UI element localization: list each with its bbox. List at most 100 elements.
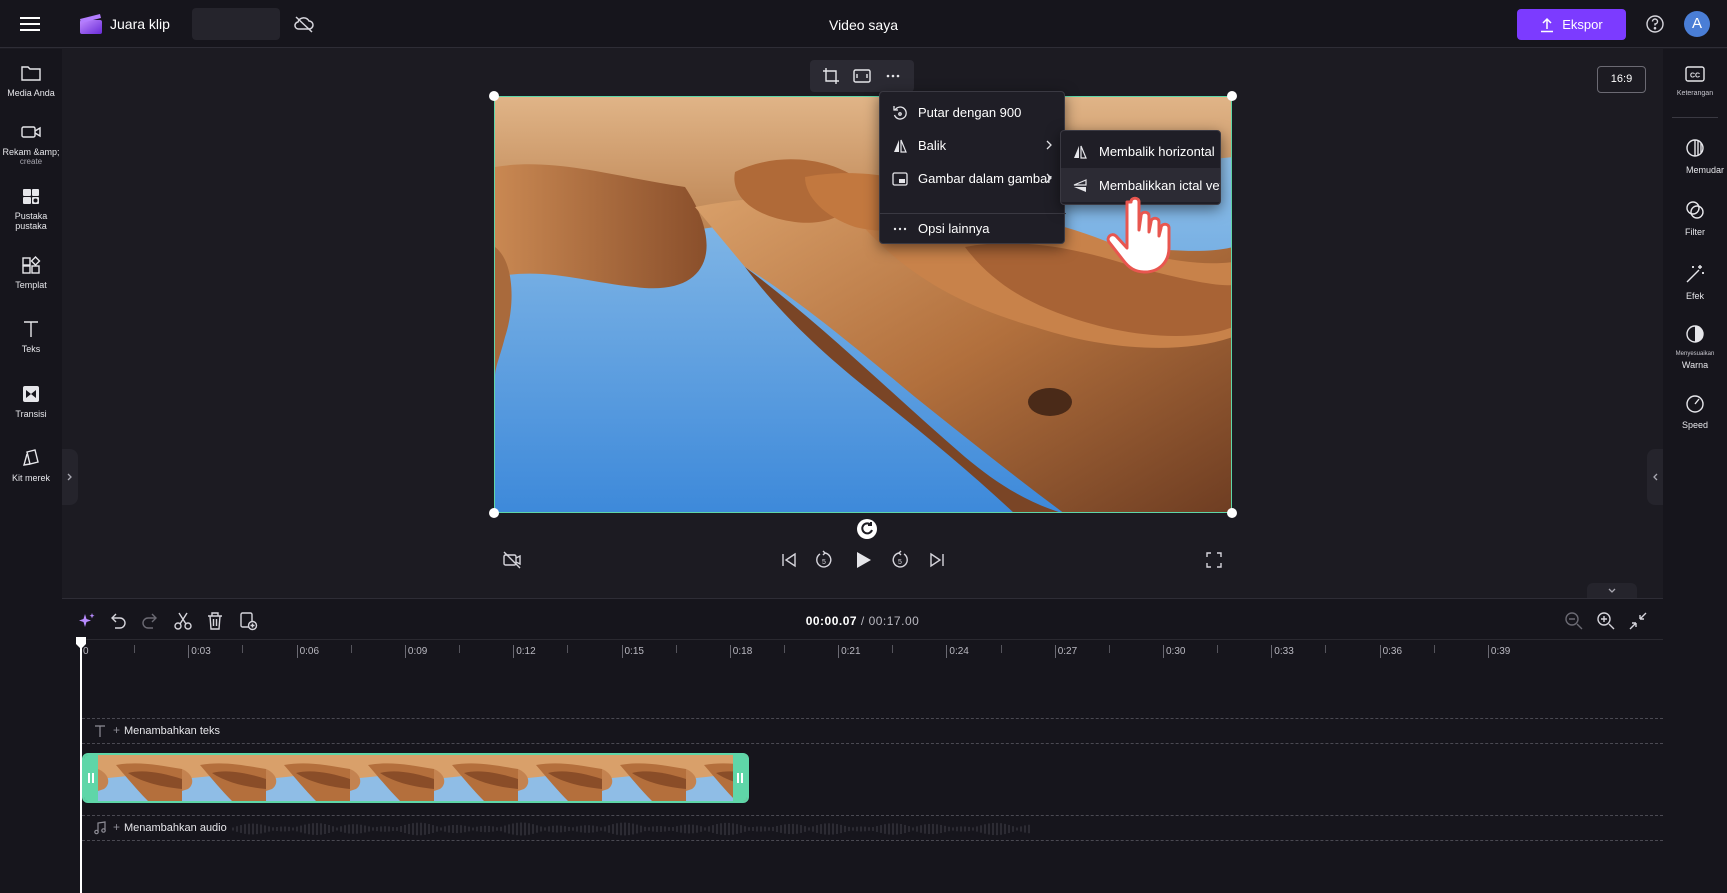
timeline-panel: 00:00.07 / 00:17.00 0 0:03 0:06 0:09 0:12 0:1… — [62, 598, 1663, 893]
chevron-right-icon — [1046, 140, 1052, 150]
right-panel-collapse-button[interactable] — [1647, 449, 1663, 505]
crop-icon[interactable] — [821, 66, 841, 86]
hide-preview-icon[interactable] — [501, 549, 523, 571]
ruler-label: 0:03 — [191, 646, 211, 657]
sidebar-item-label: Filter — [1685, 227, 1705, 237]
svg-text:CC: CC — [1690, 73, 1700, 80]
video-title[interactable]: Video saya — [0, 17, 1727, 33]
ruler-minor-tick — [1433, 645, 1435, 653]
fit-icon[interactable] — [852, 66, 872, 86]
chevron-left-icon — [1653, 473, 1658, 481]
clip-thumbnail — [434, 755, 518, 801]
menu-item-label: Membalik horizontal — [1099, 144, 1215, 159]
ruler-label: 0:21 — [841, 646, 861, 657]
avatar[interactable]: A — [1684, 11, 1710, 37]
rotate-handle-icon[interactable] — [857, 519, 877, 539]
content-library-icon — [23, 189, 39, 204]
menu-item-more-options[interactable]: Opsi lainnya — [880, 212, 1066, 245]
context-menu: Putar dengan 900 Balik Gambar dalam gamb… — [879, 91, 1066, 245]
clip-trim-handle-left[interactable] — [84, 755, 98, 801]
resize-handle[interactable] — [1227, 508, 1237, 518]
more-options-icon[interactable] — [883, 66, 903, 86]
sidebar-item-label: Memudar — [1685, 165, 1724, 175]
left-panel-expand-button[interactable] — [62, 449, 78, 505]
ruler-tick — [1163, 645, 1164, 658]
adjust-colors-icon — [1686, 325, 1704, 343]
ruler-minor-tick — [459, 645, 461, 653]
sidebar-item-record-create[interactable]: Rekam &amp; create — [0, 122, 62, 166]
ruler-minor-tick — [567, 645, 569, 653]
fit-timeline-icon[interactable] — [1627, 610, 1649, 632]
rotate-icon — [893, 106, 907, 120]
ruler-tick — [1054, 645, 1056, 658]
sidebar-item-speed[interactable]: Speed — [1663, 392, 1727, 430]
sidebar-item-label-2: Warna — [1681, 360, 1709, 370]
clip-thumbnail — [266, 755, 350, 801]
menu-item-label: Membalikkan ictal vet — [1099, 178, 1221, 193]
skip-to-start-icon[interactable] — [778, 549, 800, 571]
sidebar-item-filters[interactable]: Filter — [1663, 199, 1727, 237]
sidebar-item-text[interactable]: Teks — [0, 319, 62, 354]
ruler-minor-tick — [1325, 645, 1327, 653]
play-icon[interactable] — [852, 549, 874, 571]
aspect-ratio-button[interactable]: 16:9 — [1597, 66, 1646, 93]
top-bar: Juara klip Video saya Ekspor A — [0, 0, 1727, 48]
zoom-in-icon[interactable] — [1595, 610, 1617, 632]
ruler-minor-tick — [134, 645, 136, 653]
fullscreen-icon[interactable] — [1203, 549, 1225, 571]
menu-item-flip[interactable]: Balik — [880, 129, 1066, 162]
ruler-label: 0:12 — [516, 646, 536, 657]
audio-track[interactable]: + Menambahkan audio — [82, 815, 1663, 841]
zoom-out-icon[interactable] — [1563, 610, 1585, 632]
rewind-5-icon[interactable]: 5 — [813, 549, 835, 571]
left-sidebar: Media Anda Rekam &amp; create Pustaka pu… — [0, 49, 62, 893]
timecode: 00:00.07 / 00:17.00 — [62, 614, 1663, 628]
ruler-tick — [404, 645, 406, 658]
more-icon — [893, 227, 907, 231]
playhead-handle-icon[interactable] — [75, 636, 87, 650]
menu-item-flip-horizontal[interactable]: Membalik horizontal — [1061, 134, 1220, 168]
resize-handle[interactable] — [1227, 91, 1237, 101]
video-clip[interactable] — [82, 753, 749, 803]
filters-icon — [1686, 201, 1704, 219]
playhead[interactable] — [80, 642, 82, 893]
ruler-minor-tick — [783, 645, 785, 653]
export-button[interactable]: Ekspor — [1517, 9, 1626, 40]
resize-handle[interactable] — [489, 508, 499, 518]
ruler-minor-tick — [242, 645, 244, 653]
sidebar-item-brand-kit[interactable]: Kit merek — [0, 448, 62, 483]
ruler-tick — [838, 645, 840, 658]
sidebar-item-fade[interactable]: Memudar — [1663, 137, 1727, 175]
speed-icon — [1686, 395, 1704, 413]
text-track[interactable]: + Menambahkan teks — [82, 718, 1663, 744]
right-sidebar: CC Keterangan — [1663, 49, 1727, 893]
sidebar-item-effects[interactable]: Efek — [1663, 263, 1727, 301]
sidebar-item-transitions[interactable]: Transisi — [0, 384, 62, 419]
collapse-timeline-button[interactable] — [1587, 583, 1637, 599]
menu-item-rotate[interactable]: Putar dengan 900 — [880, 96, 1066, 129]
ruler-tick — [1487, 645, 1489, 658]
sidebar-item-captions[interactable]: CC Keterangan — [1663, 64, 1727, 97]
ruler-tick — [729, 645, 731, 658]
chevron-right-icon — [1046, 173, 1052, 183]
clip-trim-handle-right[interactable] — [733, 755, 747, 801]
ruler-tick — [946, 645, 948, 658]
resize-handle[interactable] — [489, 91, 499, 101]
forward-5-icon[interactable]: 5 — [889, 549, 911, 571]
skip-to-end-icon[interactable] — [926, 549, 948, 571]
menu-item-picture-in-picture[interactable]: Gambar dalam gambar — [880, 162, 1066, 195]
help-icon[interactable] — [1645, 14, 1665, 34]
sidebar-item-your-media[interactable]: Media Anda — [0, 63, 62, 98]
clip-thumbnail — [518, 755, 602, 801]
text-icon — [24, 321, 38, 337]
ruler-minor-tick — [675, 645, 677, 653]
sidebar-item-templates[interactable]: Templat — [0, 255, 62, 290]
timeline-ruler[interactable]: 0 0:03 0:06 0:09 0:12 0:15 0:18 0:21 0:24 0:27 0:3… — [80, 639, 1663, 669]
sidebar-item-label: Transisi — [15, 409, 47, 419]
add-icon: + — [113, 723, 121, 737]
svg-text:5: 5 — [898, 559, 902, 566]
sidebar-item-content-library[interactable]: Pustaka pustaka — [0, 186, 62, 231]
effects-icon — [1686, 265, 1704, 283]
sidebar-item-adjust-colors[interactable]: Menyesuaikan Warna — [1663, 323, 1727, 370]
ruler-tick — [621, 645, 623, 658]
